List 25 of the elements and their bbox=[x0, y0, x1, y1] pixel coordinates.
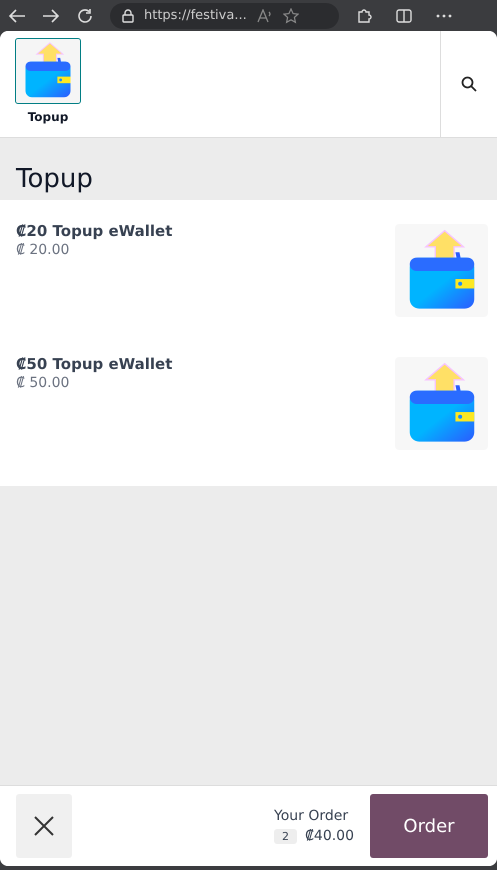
item-count: 2 bbox=[274, 828, 297, 844]
close-icon bbox=[34, 816, 54, 836]
product-image[interactable] bbox=[395, 224, 488, 317]
section-title: Topup bbox=[14, 163, 94, 196]
read-aloud-icon[interactable] bbox=[256, 8, 273, 22]
split-screen-icon[interactable] bbox=[396, 8, 412, 24]
search-icon bbox=[461, 76, 477, 92]
star-icon[interactable] bbox=[282, 8, 299, 24]
product-name[interactable]: ₡20 Topup eWallet bbox=[16, 222, 172, 240]
forward-icon[interactable] bbox=[42, 8, 60, 24]
order-button[interactable]: Order bbox=[370, 794, 488, 858]
product-price: ₡ 20.00 bbox=[16, 242, 70, 258]
close-button[interactable] bbox=[16, 794, 72, 858]
puzzle-icon[interactable] bbox=[356, 8, 372, 24]
product-name[interactable]: ₡50 Topup eWallet bbox=[16, 355, 172, 373]
lock-icon bbox=[122, 8, 134, 22]
order-label: Your Order bbox=[274, 808, 348, 824]
product-price: ₡ 50.00 bbox=[16, 375, 70, 391]
more-icon[interactable] bbox=[436, 12, 452, 18]
product-image[interactable] bbox=[395, 357, 488, 450]
reload-icon[interactable] bbox=[76, 6, 94, 24]
address-bar[interactable]: https://festiva... bbox=[110, 2, 339, 28]
back-icon[interactable] bbox=[8, 8, 26, 24]
url-text: https://festiva... bbox=[144, 8, 247, 23]
order-total: ₡40.00 bbox=[305, 828, 354, 844]
